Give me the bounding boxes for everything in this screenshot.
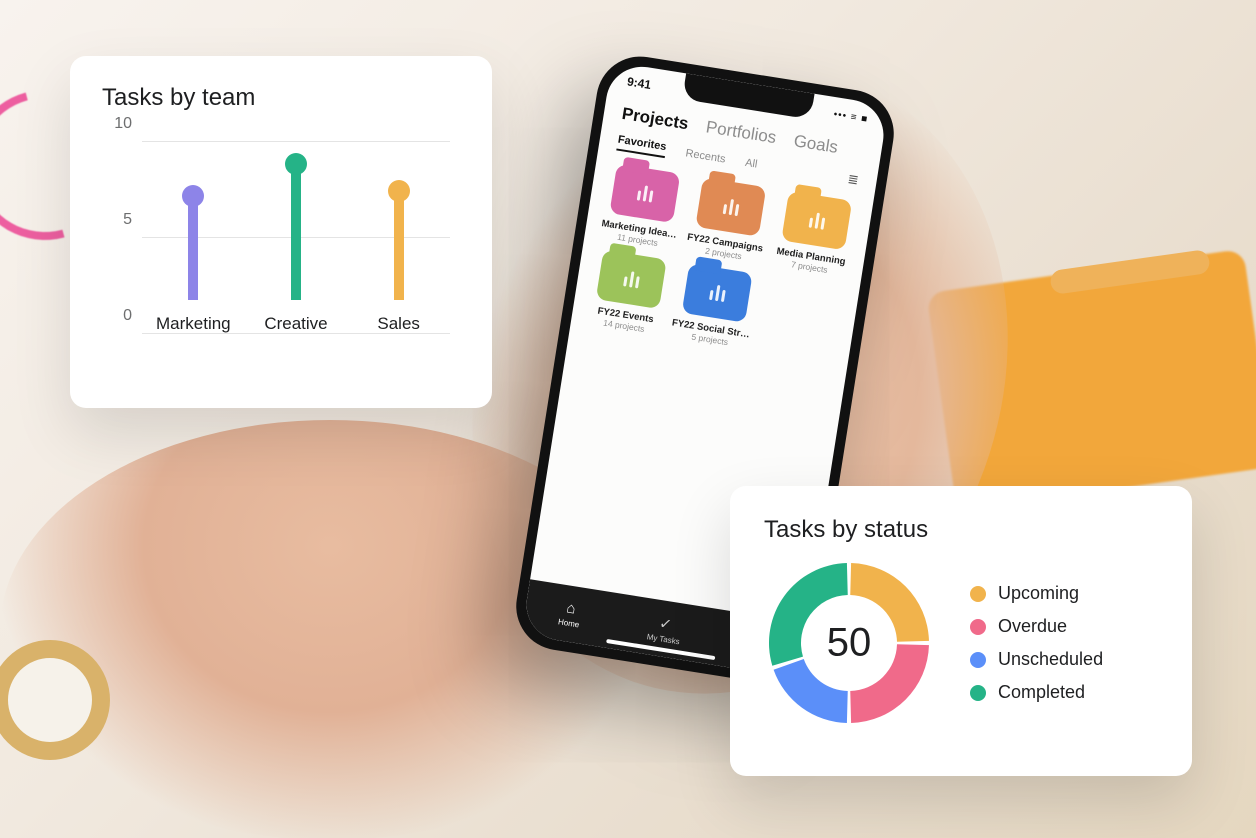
nav-label: My Tasks — [646, 632, 680, 646]
list-view-icon[interactable]: ≣ — [847, 171, 860, 189]
folder-item[interactable]: FY22 Social Stra…5 projects — [670, 262, 761, 351]
tab-portfolios[interactable]: Portfolios — [705, 117, 778, 148]
folder-icon — [609, 164, 680, 223]
folder-icon — [695, 177, 766, 236]
status-body: 50 Upcoming Overdue Unscheduled Completed — [764, 558, 1158, 728]
folder-item[interactable]: Marketing Idea…11 projects — [598, 163, 687, 251]
legend-swatch — [970, 685, 986, 701]
subtab-favorites[interactable]: Favorites — [616, 134, 667, 158]
legend-completed: Completed — [970, 682, 1103, 703]
statusbar-time: 9:41 — [626, 74, 652, 92]
legend-swatch — [970, 619, 986, 635]
bar-dot — [285, 153, 307, 175]
card-tasks-by-team: Tasks by team 0 5 10 Marketing Creative Sales — [70, 56, 492, 408]
bar — [188, 194, 198, 300]
team-chart: 0510MarketingCreativeSales — [102, 130, 460, 360]
status-legend: Upcoming Overdue Unscheduled Completed — [970, 583, 1103, 703]
legend-overdue: Overdue — [970, 616, 1103, 637]
bar-label: Marketing — [156, 314, 231, 334]
bar-chart-icon — [722, 198, 739, 216]
bar-chart-icon — [808, 212, 825, 230]
y-tick: 5 — [102, 211, 132, 229]
legend-swatch — [970, 586, 986, 602]
legend-swatch — [970, 652, 986, 668]
donut-center-value: 50 — [827, 621, 872, 666]
stage: 9:41 ••• ≡ ■ Projects Portfolios Goals F… — [0, 0, 1256, 838]
phone-notch — [682, 73, 814, 119]
folder-icon — [596, 250, 667, 309]
y-tick: 10 — [102, 115, 132, 133]
folder-item[interactable]: FY22 Campaigns2 projects — [683, 176, 774, 265]
team-bar-marketing: Marketing — [153, 194, 233, 334]
bar-label: Sales — [377, 314, 420, 334]
legend-upcoming: Upcoming — [970, 583, 1103, 604]
nav-label: Home — [557, 617, 579, 629]
bar-chart-icon — [623, 270, 640, 288]
folder-icon — [781, 191, 852, 250]
my-tasks-icon: ✓ — [658, 614, 673, 634]
nav-my-tasks[interactable]: ✓My Tasks — [646, 612, 683, 646]
folder-item[interactable]: Media Planning7 projects — [770, 190, 859, 278]
card-tasks-by-status: Tasks by status 50 Upcoming Overdue Unsche… — [730, 486, 1192, 776]
nav-home[interactable]: ⌂Home — [557, 598, 582, 629]
bar-dot — [388, 180, 410, 202]
folder-item[interactable]: FY22 Events14 projects — [585, 249, 674, 337]
status-donut: 50 — [764, 558, 934, 728]
tab-projects[interactable]: Projects — [620, 104, 689, 134]
team-bars: Marketing Creative Sales — [142, 142, 450, 334]
home-icon: ⌂ — [565, 599, 577, 617]
y-tick: 0 — [102, 307, 132, 325]
legend-label: Completed — [998, 682, 1085, 703]
statusbar-icons: ••• ≡ ■ — [833, 109, 869, 125]
bar-chart-icon — [636, 184, 653, 202]
bar-chart-icon — [709, 284, 726, 302]
subtab-recents[interactable]: Recents — [685, 147, 727, 165]
team-bar-sales: Sales — [359, 189, 439, 334]
bar — [291, 162, 301, 300]
folder-icon — [682, 263, 753, 322]
legend-label: Unscheduled — [998, 649, 1103, 670]
phone-folder-grid: Marketing Idea…11 projectsFY22 Campaigns… — [585, 163, 860, 364]
legend-label: Upcoming — [998, 583, 1079, 604]
legend-unscheduled: Unscheduled — [970, 649, 1103, 670]
donut-slice-unscheduled — [774, 659, 848, 723]
card-team-title: Tasks by team — [102, 84, 460, 112]
legend-label: Overdue — [998, 616, 1067, 637]
bar — [394, 189, 404, 300]
subtab-all[interactable]: All — [744, 156, 758, 170]
tab-goals[interactable]: Goals — [792, 131, 839, 158]
card-status-title: Tasks by status — [764, 516, 1158, 544]
bar-label: Creative — [264, 314, 327, 334]
team-bar-creative: Creative — [256, 162, 336, 334]
bar-dot — [182, 185, 204, 207]
